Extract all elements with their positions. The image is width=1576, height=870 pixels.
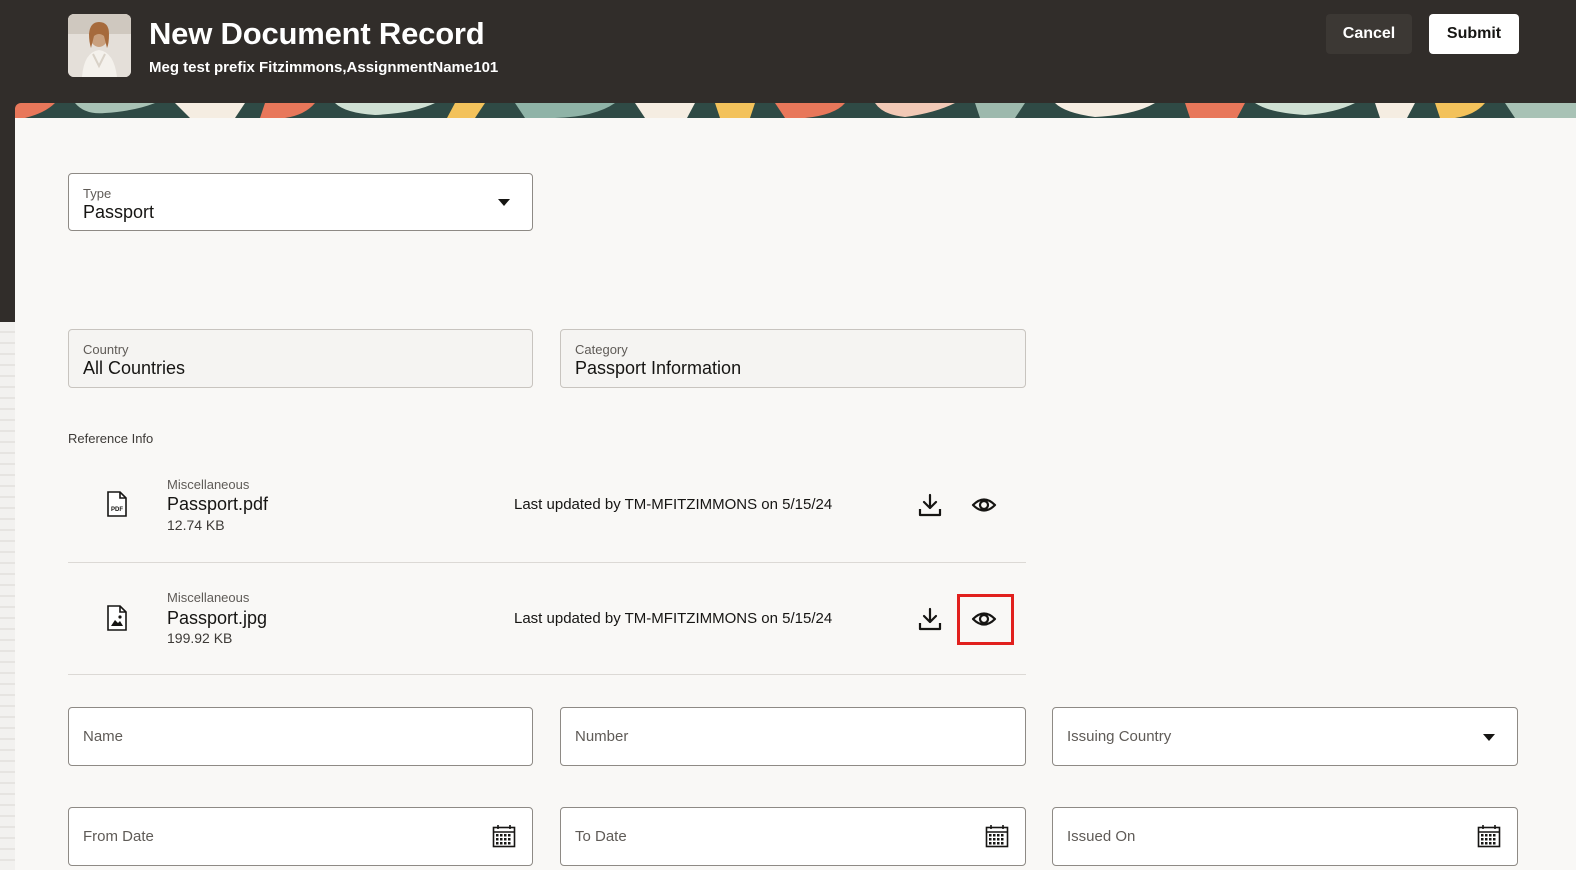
file-updated: Last updated by TM-MFITZIMMONS on 5/15/2… [514,496,833,513]
page-title: New Document Record [149,16,485,51]
cancel-button[interactable]: Cancel [1326,14,1412,54]
number-placeholder: Number [575,728,629,745]
file-category: Miscellaneous [167,590,250,605]
download-icon[interactable] [917,492,943,518]
highlight-box [957,594,1014,645]
issuing-country-placeholder: Issuing Country [1067,728,1172,745]
chevron-down-icon [1483,733,1495,741]
type-label: Type [83,186,112,201]
file-size: 199.92 KB [167,630,233,646]
view-eye-icon[interactable] [971,492,997,518]
name-placeholder: Name [83,728,124,745]
reference-info-label: Reference Info [68,431,154,446]
decorative-banner [15,103,1576,118]
country-label: Country [83,342,129,357]
category-value: Passport Information [575,358,742,378]
from-date-field[interactable]: From Date [68,807,533,866]
image-file-icon [107,605,127,631]
file-size: 12.74 KB [167,517,225,533]
number-field[interactable]: Number [560,707,1026,766]
file-name: Passport.jpg [167,608,268,628]
chevron-down-icon [498,199,510,206]
calendar-icon[interactable] [492,824,516,848]
calendar-icon[interactable] [1477,824,1501,848]
to-date-field[interactable]: To Date [560,807,1026,866]
country-field: Country All Countries [68,329,533,388]
category-label: Category [575,342,628,357]
issuing-country-select[interactable]: Issuing Country [1052,707,1518,766]
file-updated: Last updated by TM-MFITZIMMONS on 5/15/2… [514,610,833,627]
category-field: Category Passport Information [560,329,1026,388]
issued-on-placeholder: Issued On [1067,828,1136,845]
submit-button[interactable]: Submit [1429,14,1519,54]
name-field[interactable]: Name [68,707,533,766]
type-value: Passport [83,202,155,222]
file-row-jpg: Miscellaneous Passport.jpg 199.92 KB Las… [68,563,1026,675]
file-name: Passport.pdf [167,494,269,514]
to-date-placeholder: To Date [575,828,627,845]
type-select[interactable]: Type Passport [68,173,533,231]
country-value: All Countries [83,358,186,378]
svg-text:PDF: PDF [111,507,123,513]
page-header: New Document Record Meg test prefix Fitz… [0,0,1576,104]
page-subtitle: Meg test prefix Fitzimmons,AssignmentNam… [149,59,499,76]
background-strip [0,322,15,870]
pdf-file-icon: PDF [107,491,127,517]
download-icon[interactable] [917,606,943,632]
from-date-placeholder: From Date [83,828,154,845]
avatar [68,14,131,77]
issued-on-field[interactable]: Issued On [1052,807,1518,866]
file-row-pdf: PDF Miscellaneous Passport.pdf 12.74 KB … [68,451,1026,563]
calendar-icon[interactable] [985,824,1009,848]
file-category: Miscellaneous [167,477,250,492]
